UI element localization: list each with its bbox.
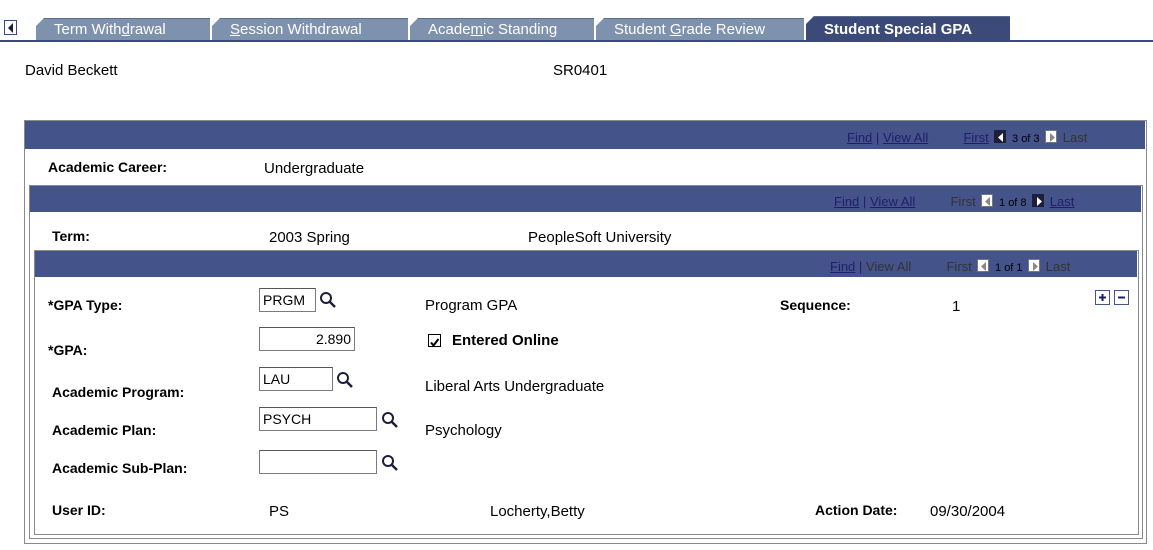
gpa-type-description: Program GPA [425, 297, 518, 314]
delete-row-button[interactable] [1114, 290, 1129, 305]
gpa-type-label: *GPA Type: [48, 297, 123, 313]
gpa-nav-separator: | [858, 259, 863, 274]
tab-session-withdrawal[interactable]: Session Withdrawal [212, 18, 408, 40]
gpa-label: *GPA: [48, 342, 88, 358]
term-view-all-link[interactable]: View All [870, 194, 915, 209]
academic-career-value: Undergraduate [264, 160, 365, 177]
student-name: David Beckett [25, 62, 118, 79]
left-arrow-icon [8, 23, 13, 33]
academic-plan-description: Psychology [425, 422, 502, 439]
left-arrow-icon [985, 197, 991, 206]
academic-plan-lookup-icon[interactable] [380, 410, 400, 430]
academic-career-label: Academic Career: [48, 159, 168, 175]
left-arrow-icon [981, 262, 987, 271]
term-grid-nav: Find | View All First 1 of 8 Last [834, 194, 1074, 209]
academic-plan-input[interactable] [259, 407, 377, 431]
academic-program-input[interactable] [259, 367, 333, 391]
minus-icon [1118, 296, 1125, 299]
gpa-view-all-text: View All [865, 259, 912, 274]
academic-sub-plan-lookup-icon[interactable] [380, 453, 400, 473]
plus-icon [1099, 294, 1106, 301]
gpa-find-link[interactable]: Find [830, 259, 855, 274]
academic-plan-label: Academic Plan: [52, 422, 157, 438]
sequence-label: Sequence: [780, 297, 851, 313]
term-label: Term: [52, 228, 90, 244]
term-row-count: 1 of 8 [999, 197, 1027, 209]
gpa-grid-nav: Find | View All First 1 of 1 Last [830, 259, 1070, 274]
gpa-row-count: 1 of 1 [995, 262, 1023, 274]
career-grid-nav: Find | View All First 3 of 3 Last [847, 130, 1087, 145]
gpa-first-text: First [946, 259, 972, 274]
term-nav-separator: | [862, 194, 867, 209]
gpa-last-text: Last [1045, 259, 1071, 274]
tab-term-withdrawal[interactable]: Term Withdrawal [36, 18, 210, 40]
career-first-link[interactable]: First [963, 130, 988, 145]
tab-academic-standing[interactable]: Academic Standing [410, 18, 594, 40]
academic-program-lookup-icon[interactable] [335, 370, 355, 390]
right-arrow-icon [1033, 262, 1039, 271]
gpa-type-lookup-icon[interactable] [318, 290, 338, 310]
gpa-next-button [1028, 259, 1041, 272]
term-value: 2003 Spring [269, 229, 350, 246]
checkmark-icon [430, 338, 440, 348]
tab-student-special-gpa[interactable]: Student Special GPA [806, 16, 1010, 42]
institution-value: PeopleSoft University [528, 229, 672, 246]
academic-sub-plan-label: Academic Sub-Plan: [52, 460, 188, 476]
career-last-text: Last [1062, 130, 1088, 145]
career-next-button [1045, 130, 1058, 143]
sequence-value: 1 [952, 298, 961, 315]
user-name-value: Locherty,Betty [490, 503, 585, 520]
add-row-button[interactable] [1095, 290, 1110, 305]
action-date-value: 09/30/2004 [930, 503, 1006, 520]
term-prev-button [981, 194, 994, 207]
career-prev-button[interactable] [994, 130, 1007, 143]
gpa-type-input[interactable] [259, 288, 316, 312]
action-date-label: Action Date: [815, 502, 898, 518]
career-find-link[interactable]: Find [847, 130, 872, 145]
career-row-count: 3 of 3 [1012, 133, 1040, 145]
tab-scroll-left-button[interactable] [4, 20, 17, 35]
academic-program-description: Liberal Arts Undergraduate [425, 378, 605, 395]
user-id-label: User ID: [52, 502, 106, 518]
user-id-value: PS [269, 503, 290, 520]
right-arrow-icon [1050, 133, 1056, 142]
career-nav-separator: | [875, 130, 880, 145]
term-first-text: First [950, 194, 976, 209]
entered-online-checkbox[interactable] [428, 334, 441, 348]
career-view-all-link[interactable]: View All [883, 130, 928, 145]
tab-student-grade-review[interactable]: Student Grade Review [596, 18, 804, 40]
student-id: SR0401 [553, 62, 608, 79]
gpa-prev-button [977, 259, 990, 272]
term-find-link[interactable]: Find [834, 194, 859, 209]
gpa-input[interactable] [259, 327, 355, 351]
term-next-button[interactable] [1032, 194, 1045, 207]
tab-strip: Term Withdrawal Session Withdrawal Acade… [0, 0, 1153, 42]
academic-sub-plan-input[interactable] [259, 450, 377, 474]
right-arrow-icon [1037, 197, 1043, 206]
left-arrow-icon [998, 133, 1004, 142]
entered-online-label: Entered Online [452, 332, 559, 349]
academic-program-label: Academic Program: [52, 384, 185, 400]
term-last-link[interactable]: Last [1050, 194, 1075, 209]
